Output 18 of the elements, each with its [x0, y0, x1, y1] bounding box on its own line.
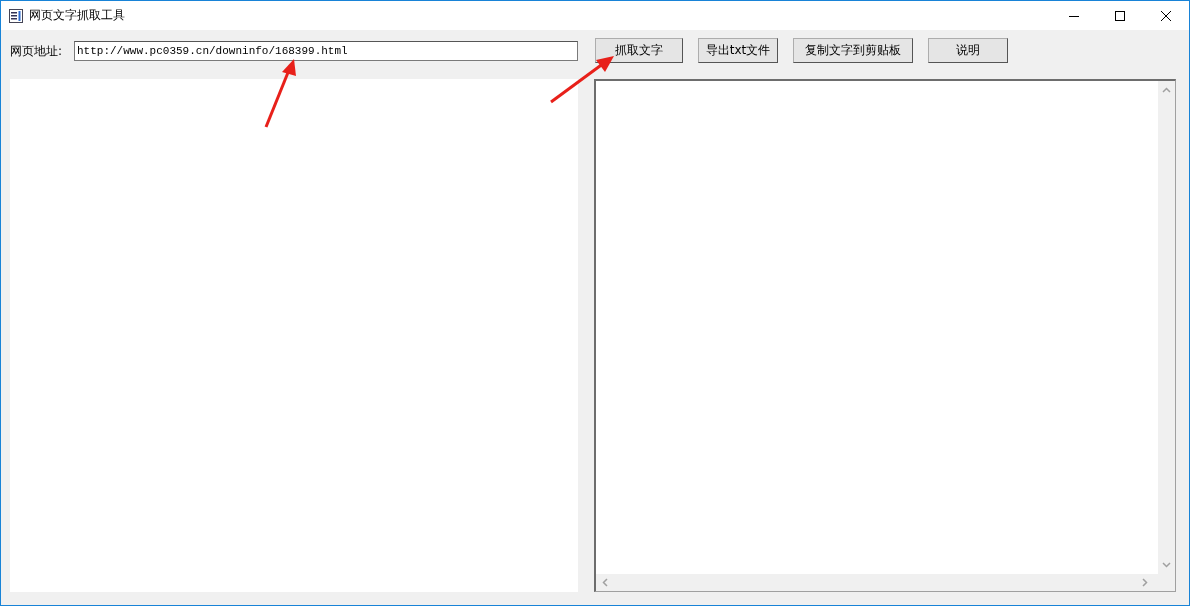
scroll-down-icon[interactable] — [1162, 562, 1171, 568]
action-button[interactable]: 说明 — [928, 38, 1008, 63]
app-icon — [9, 8, 23, 23]
arrow-annotation — [550, 56, 614, 104]
action-button[interactable]: 抓取文字 — [595, 38, 683, 63]
action-button[interactable]: 导出txt文件 — [698, 38, 778, 63]
scroll-right-icon[interactable] — [1142, 578, 1148, 587]
arrow-annotation — [264, 59, 296, 128]
url-field[interactable]: http://www.pc0359.cn/downinfo/168399.html — [74, 41, 578, 61]
text-area[interactable] — [10, 79, 578, 592]
maximize-icon — [1115, 10, 1125, 21]
window-title: 网页文字抓取工具 — [29, 7, 126, 24]
close-icon — [1161, 10, 1171, 21]
scroll-up-icon[interactable] — [1162, 87, 1171, 93]
url-label: 网页地址: — [10, 42, 64, 60]
action-button[interactable]: 复制文字到剪贴板 — [793, 38, 913, 63]
text-area[interactable] — [594, 79, 1176, 592]
scroll-left-icon[interactable] — [602, 578, 608, 587]
